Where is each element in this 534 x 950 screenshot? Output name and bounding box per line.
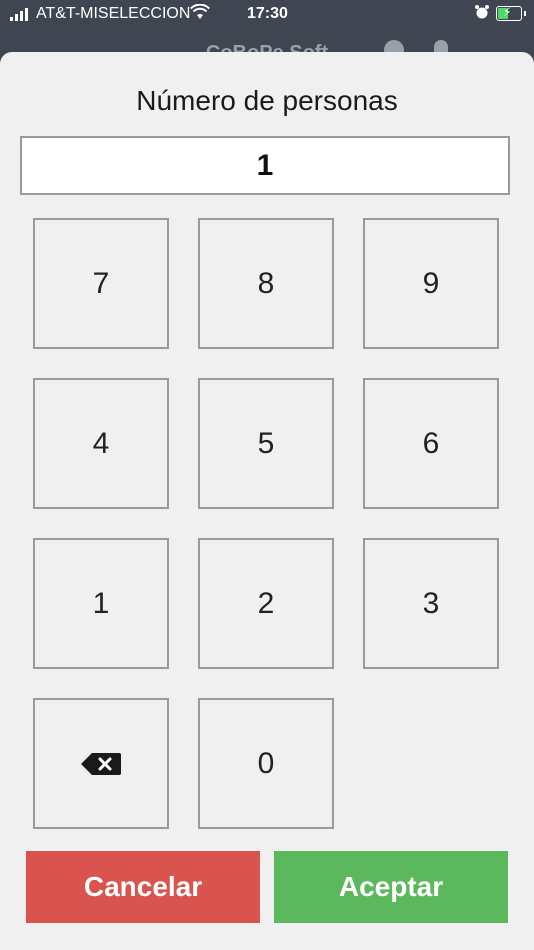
key-3[interactable]: 3 <box>363 538 499 669</box>
carrier-name: AT&T-MISELECCION <box>36 5 191 22</box>
cancel-button[interactable]: Cancelar <box>26 851 260 923</box>
clock: 17:30 <box>247 5 288 22</box>
key-2[interactable]: 2 <box>198 538 334 669</box>
accept-button[interactable]: Aceptar <box>274 851 508 923</box>
key-1[interactable]: 1 <box>33 538 169 669</box>
backspace-key[interactable] <box>33 698 169 829</box>
key-4[interactable]: 4 <box>33 378 169 509</box>
key-6[interactable]: 6 <box>363 378 499 509</box>
key-0[interactable]: 0 <box>198 698 334 829</box>
key-5[interactable]: 5 <box>198 378 334 509</box>
alarm-icon <box>475 5 489 19</box>
battery-icon: ⚡ <box>496 5 526 21</box>
dialog-title: Número de personas <box>136 85 398 116</box>
backspace-icon <box>81 752 121 775</box>
key-8[interactable]: 8 <box>198 218 334 349</box>
status-bar: AT&T-MISELECCION 17:30 ⚡ <box>0 0 534 30</box>
value-display: 1 <box>20 136 510 195</box>
signal-icon <box>10 8 28 21</box>
wifi-icon <box>190 4 210 19</box>
key-9[interactable]: 9 <box>363 218 499 349</box>
key-7[interactable]: 7 <box>33 218 169 349</box>
number-pad-dialog: Número de personas 1 7 8 9 4 5 6 1 2 3 0… <box>0 52 534 950</box>
